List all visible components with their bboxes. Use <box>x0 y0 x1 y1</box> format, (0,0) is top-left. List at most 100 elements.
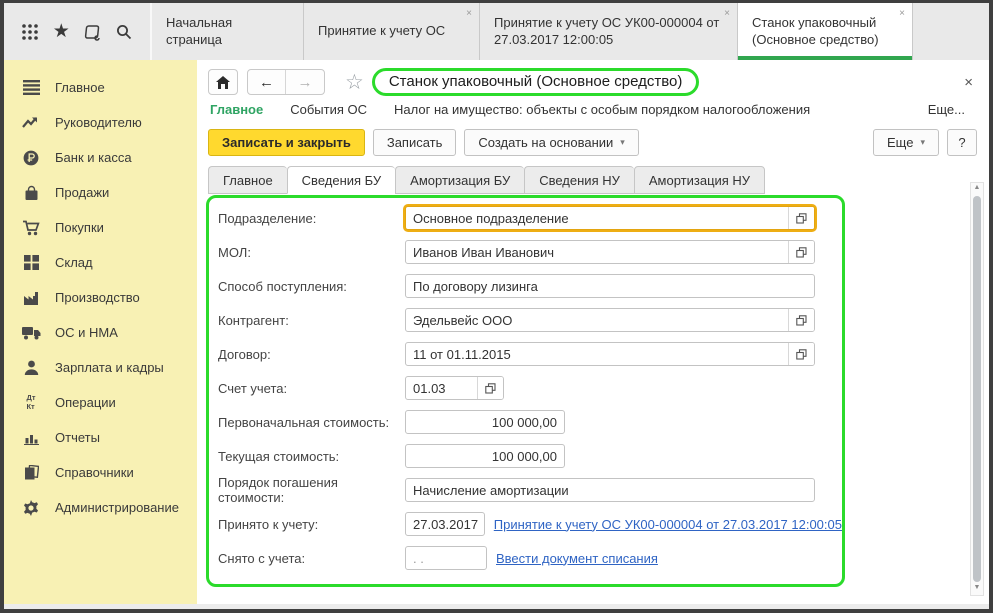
choose-icon[interactable] <box>788 207 814 229</box>
favorite-star-icon[interactable]: ☆ <box>345 70 364 95</box>
favorites-star-icon[interactable]: ★ <box>50 21 72 43</box>
debit-credit-icon: ДтКт <box>21 394 41 412</box>
create-based-on-button[interactable]: Создать на основании ▾ <box>464 129 638 156</box>
nav-link-glavnoe[interactable]: Главное <box>210 102 263 117</box>
sidebar-item-proizvodstvo[interactable]: Производство <box>4 280 197 315</box>
scrollbar-thumb[interactable] <box>973 196 981 582</box>
sidebar-item-glavnoe[interactable]: Главное <box>4 70 197 105</box>
sidebar-item-rukovoditelyu[interactable]: Руководителю <box>4 105 197 140</box>
bar-chart-icon <box>21 429 41 447</box>
acceptance-document-link[interactable]: Принятие к учету ОС УК00-000004 от 27.03… <box>494 517 842 532</box>
tab-acceptance-document[interactable]: Принятие к учету ОС УК00-000004 от 27.03… <box>480 3 738 60</box>
close-icon[interactable]: × <box>466 8 472 19</box>
sidebar-item-os-nma[interactable]: ОС и НМА <box>4 315 197 350</box>
tab-amortizaciya-bu[interactable]: Амортизация БУ <box>395 166 524 194</box>
form-row: Счет учета: 01.03 <box>218 376 842 400</box>
save-and-close-button[interactable]: Записать и закрыть <box>208 129 365 156</box>
accepted-date-field[interactable]: 27.03.2017 <box>405 512 485 536</box>
help-button[interactable]: ? <box>947 129 977 156</box>
save-button[interactable]: Записать <box>373 129 457 156</box>
writeoff-document-link[interactable]: Ввести документ списания <box>496 551 658 566</box>
field-value: . . <box>406 551 486 566</box>
retired-date-field[interactable]: . . <box>405 546 487 570</box>
tab-glavnoe[interactable]: Главное <box>208 166 287 194</box>
nav-link-more[interactable]: Еще... <box>928 102 965 117</box>
field-value: Эдельвейс ООО <box>406 313 788 328</box>
tab-svedeniya-nu[interactable]: Сведения НУ <box>524 166 634 194</box>
tab-label: Начальная страница <box>166 15 289 49</box>
tab-label: Принятие к учету ОС <box>318 23 445 40</box>
choose-icon[interactable] <box>477 377 503 399</box>
cart-icon <box>21 219 41 237</box>
history-icon[interactable] <box>82 21 104 43</box>
scroll-down-icon[interactable]: ▼ <box>974 583 981 595</box>
home-button[interactable] <box>208 69 238 95</box>
depreciation-method-field[interactable]: Начисление амортизации <box>405 478 815 502</box>
field-label: Принято к учету: <box>218 517 405 532</box>
sidebar-item-sklad[interactable]: Склад <box>4 245 197 280</box>
tab-fixed-asset-card[interactable]: Станок упаковочный (Основное средство) × <box>738 3 913 60</box>
tab-amortizaciya-nu[interactable]: Амортизация НУ <box>634 166 765 194</box>
choose-icon[interactable] <box>788 343 814 365</box>
field-value: 100 000,00 <box>406 449 564 464</box>
field-label: Контрагент: <box>218 313 405 328</box>
sidebar-item-label: ОС и НМА <box>55 325 118 340</box>
history-nav-group: ← → <box>247 69 325 95</box>
main-toolbar: ★ <box>4 3 152 60</box>
tab-acceptance-list[interactable]: Принятие к учету ОС × <box>304 3 480 60</box>
account-field[interactable]: 01.03 <box>405 376 504 400</box>
sidebar-item-zarplata-kadry[interactable]: Зарплата и кадры <box>4 350 197 385</box>
close-icon[interactable]: × <box>724 8 730 19</box>
form-row: Текущая стоимость: 100 000,00 <box>218 444 842 468</box>
form-row: Порядок погашения стоимости: Начисление … <box>218 478 842 502</box>
counterparty-field[interactable]: Эдельвейс ООО <box>405 308 815 332</box>
top-tabs: Начальная страница Принятие к учету ОС ×… <box>152 3 989 60</box>
current-cost-field[interactable]: 100 000,00 <box>405 444 565 468</box>
sidebar-item-pokupki[interactable]: Покупки <box>4 210 197 245</box>
sidebar-item-otchety[interactable]: Отчеты <box>4 420 197 455</box>
field-value: 11 от 01.11.2015 <box>406 347 788 362</box>
tab-label: Станок упаковочный (Основное средство) <box>752 15 898 49</box>
warehouse-boxes-icon <box>21 254 41 272</box>
ruble-coin-icon <box>21 149 41 167</box>
sidebar-item-bank-kassa[interactable]: Банк и касса <box>4 140 197 175</box>
scroll-up-icon[interactable]: ▲ <box>974 183 981 195</box>
contract-field[interactable]: 11 от 01.11.2015 <box>405 342 815 366</box>
forward-button[interactable]: → <box>286 70 324 94</box>
form-row: Договор: 11 от 01.11.2015 <box>218 342 842 366</box>
books-icon <box>21 464 41 482</box>
sidebar-item-label: Зарплата и кадры <box>55 360 164 375</box>
sidebar-item-spravochniki[interactable]: Справочники <box>4 455 197 490</box>
menu-lines-icon <box>21 79 41 97</box>
receipt-method-field[interactable]: По договору лизинга <box>405 274 815 298</box>
sidebar-item-prodazhi[interactable]: Продажи <box>4 175 197 210</box>
field-value: 27.03.2017 <box>406 517 484 532</box>
truck-icon <box>21 324 41 342</box>
initial-cost-field[interactable]: 100 000,00 <box>405 410 565 434</box>
choose-icon[interactable] <box>788 241 814 263</box>
sidebar-item-label: Склад <box>55 255 93 270</box>
nav-link-nalog[interactable]: Налог на имущество: объекты с особым пор… <box>394 102 810 117</box>
tab-home-page[interactable]: Начальная страница <box>152 3 304 60</box>
field-value: По договору лизинга <box>406 279 814 294</box>
sidebar-item-operacii[interactable]: ДтКт Операции <box>4 385 197 420</box>
form-row: Контрагент: Эдельвейс ООО <box>218 308 842 332</box>
nav-link-sobytiya-os[interactable]: События ОС <box>290 102 367 117</box>
more-button[interactable]: Еще ▾ <box>873 129 939 156</box>
apps-grid-icon[interactable] <box>19 21 41 43</box>
back-button[interactable]: ← <box>248 70 286 94</box>
form-tabs: Главное Сведения БУ Амортизация БУ Сведе… <box>197 166 989 194</box>
search-icon[interactable] <box>113 21 135 43</box>
sidebar-item-label: Руководителю <box>55 115 142 130</box>
close-form-icon[interactable]: × <box>960 74 977 91</box>
subdivision-field[interactable]: Основное подразделение <box>405 206 815 230</box>
tab-svedeniya-bu[interactable]: Сведения БУ <box>287 166 396 194</box>
close-icon[interactable]: × <box>899 8 905 19</box>
trend-arrow-icon <box>21 114 41 132</box>
mol-field[interactable]: Иванов Иван Иванович <box>405 240 815 264</box>
sidebar-item-label: Главное <box>55 80 105 95</box>
form-row: Первоначальная стоимость: 100 000,00 <box>218 410 842 434</box>
choose-icon[interactable] <box>788 309 814 331</box>
sidebar-item-administrirovanie[interactable]: Администрирование <box>4 490 197 525</box>
vertical-scrollbar[interactable]: ▲ ▼ <box>970 182 984 596</box>
